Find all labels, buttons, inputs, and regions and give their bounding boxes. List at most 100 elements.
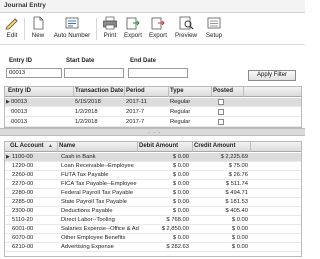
gl-account-cell: 5110-20 (12, 217, 33, 223)
gl-account-cell: 2270-00 (12, 181, 34, 187)
start-date-label: Start Date (66, 58, 95, 64)
toolbar: Edit New Auto Number Print Export Export… (0, 13, 305, 45)
debit-cell: $ 282.63 (166, 244, 189, 250)
window-titlebar: Journal Entry (0, 0, 305, 13)
apply-filter-button[interactable]: Apply Filter (248, 70, 296, 81)
export-button-1-label: Export (124, 32, 142, 39)
export-button-2[interactable]: Export (147, 16, 169, 43)
entry-row[interactable]: 00013 1/2/2018 2017-7 Regular (5, 108, 301, 117)
name-cell: Cash in Bank (61, 154, 96, 160)
posted-checkbox[interactable] (218, 109, 224, 115)
pane-splitter[interactable]: . . . (0, 128, 305, 136)
line-row[interactable]: 2285-00 State Payroll Tax Payable $ 0.00… (5, 198, 301, 207)
preview-icon (179, 16, 194, 30)
debit-cell: $ 0.00 (172, 235, 189, 241)
line-row[interactable]: 6210-00 Advertising Expense $ 282.63 $ 0… (5, 243, 301, 252)
name-cell: Direct Labor--Tooling (61, 217, 115, 223)
column-header-period[interactable]: Period (126, 88, 145, 94)
auto-number-icon (65, 17, 79, 29)
new-button-label: New (31, 32, 45, 39)
setup-icon (207, 17, 221, 29)
column-header-credit-amount[interactable]: Credit Amount (194, 143, 235, 149)
type-cell: Regular (170, 119, 191, 125)
credit-cell: $ 511.74 (225, 181, 248, 187)
export-icon (126, 17, 140, 30)
name-cell: Other Employee Benefits (61, 235, 126, 241)
sort-ascending-icon: ▲ (48, 143, 53, 149)
new-document-icon (33, 16, 44, 30)
gl-account-cell: 6001-00 (12, 226, 34, 232)
name-cell: Deductions Payable (61, 208, 113, 214)
column-header-posted[interactable]: Posted (213, 88, 233, 94)
transaction-date-cell: 1/2/2018 (75, 119, 98, 125)
column-header-debit-amount[interactable]: Debit Amount (139, 143, 178, 149)
posted-checkbox[interactable] (218, 119, 224, 125)
entry-id-cell: 00013 (11, 99, 28, 105)
entries-header: Entry ID Transaction Date Period Type Po… (5, 87, 301, 97)
export-button-1[interactable]: Export (122, 16, 144, 43)
name-cell: Advertising Expense (61, 244, 114, 250)
line-row[interactable]: 2260-00 FUTA Tax Payable $ 0.00 $ 26.76 (5, 171, 301, 180)
credit-cell: $ 75.00 (228, 163, 248, 169)
row-selector-arrow-icon: ▶ (6, 154, 10, 160)
printer-icon (103, 16, 117, 30)
name-cell: FICA Tax Payable--Employee (61, 181, 137, 187)
period-cell: 2017-7 (126, 109, 145, 115)
posted-checkbox[interactable] (218, 99, 224, 105)
credit-cell: $ 0.00 (231, 244, 248, 250)
type-cell: Regular (170, 99, 191, 105)
column-header-transaction-date[interactable]: Transaction Date (75, 88, 123, 94)
end-date-input[interactable] (128, 68, 188, 78)
end-date-label: End Date (130, 58, 157, 64)
line-row[interactable]: ▶ 1100-00 Cash in Bank $ 0.00 $ 2,225.69 (5, 153, 301, 162)
credit-cell: $ 405.40 (225, 208, 248, 214)
column-header-gl-account[interactable]: GL Account (10, 143, 44, 149)
preview-button-label: Preview (174, 32, 197, 39)
line-row[interactable]: 5110-20 Direct Labor--Tooling $ 768.00 $… (5, 216, 301, 225)
column-header-name[interactable]: Name (59, 143, 75, 149)
start-date-input[interactable] (64, 68, 124, 78)
preview-button[interactable]: Preview (173, 16, 199, 43)
credit-cell: $ 181.53 (225, 199, 248, 205)
column-header-type[interactable]: Type (170, 88, 184, 94)
auto-number-button[interactable]: Auto Number (51, 16, 93, 43)
edit-button[interactable]: Edit (3, 16, 21, 43)
edit-button-label: Edit (6, 32, 18, 39)
setup-button[interactable]: Setup (203, 16, 225, 43)
auto-number-button-label: Auto Number (53, 32, 91, 39)
line-row[interactable]: 2270-00 FICA Tax Payable--Employee $ 0.0… (5, 180, 301, 189)
name-cell: Loan Receivable--Employee (61, 163, 134, 169)
credit-cell: $ 2,225.69 (220, 154, 248, 160)
credit-cell: $ 0.00 (231, 217, 248, 223)
gl-account-cell: 6210-00 (12, 244, 34, 250)
credit-cell: $ 0.00 (231, 226, 248, 232)
line-row[interactable]: 6001-00 Salaries Expense--Office & Ad $ … (5, 225, 301, 234)
debit-cell: $ 0.00 (172, 154, 189, 160)
line-row[interactable]: 1220-00 Loan Receivable--Employee $ 0.00… (5, 162, 301, 171)
new-button[interactable]: New (29, 16, 47, 43)
entry-id-label: Entry ID (9, 58, 33, 64)
credit-cell: $ 26.76 (228, 172, 248, 178)
line-row[interactable]: 2280-00 Federal Payroll Tax Payable $ 0.… (5, 189, 301, 198)
gl-account-cell: 1100-00 (12, 154, 33, 160)
column-header-entry-id[interactable]: Entry ID (8, 88, 31, 94)
name-cell: Federal Payroll Tax Payable (61, 190, 134, 196)
gl-account-cell: 1220-00 (12, 163, 34, 169)
entries-grid: Entry ID Transaction Date Period Type Po… (4, 86, 302, 128)
print-button[interactable]: Print (100, 16, 120, 43)
entry-id-input[interactable]: 00013 (6, 68, 62, 78)
line-row[interactable]: 6070-00 Other Employee Benefits $ 0.00 $… (5, 234, 301, 243)
transaction-date-cell: 1/2/2018 (75, 109, 98, 115)
name-cell: FUTA Tax Payable (61, 172, 109, 178)
type-cell: Regular (170, 109, 191, 115)
period-cell: 2017-11 (126, 99, 147, 105)
entry-row[interactable]: 00013 1/2/2018 2017-7 Regular (5, 118, 301, 127)
line-row[interactable]: 2300-00 Deductions Payable $ 0.00 $ 405.… (5, 207, 301, 216)
gl-account-cell: 2260-00 (12, 172, 34, 178)
entry-row[interactable]: ▶ 00013 5/15/2018 2017-11 Regular (5, 98, 301, 107)
debit-cell: $ 0.00 (172, 190, 189, 196)
row-selector-arrow-icon: ▶ (6, 99, 10, 105)
lines-header: GL Account ▲ Name Debit Amount Credit Am… (5, 142, 301, 152)
debit-cell: $ 768.00 (166, 217, 189, 223)
transaction-date-cell: 5/15/2018 (75, 99, 101, 105)
